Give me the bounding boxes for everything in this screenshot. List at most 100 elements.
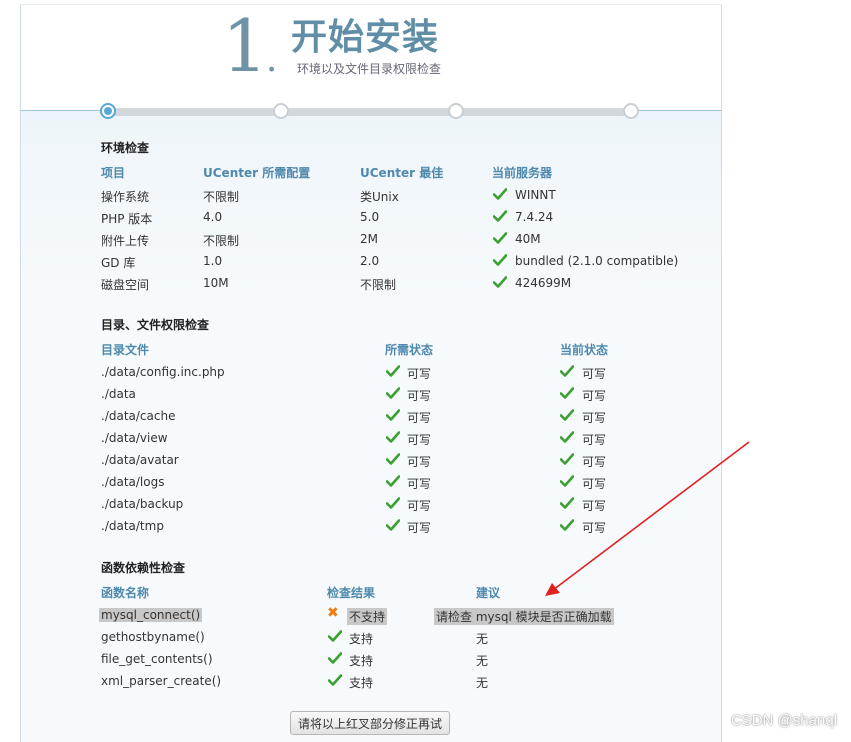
page-title: 开始安装 bbox=[291, 17, 440, 58]
env-best: 2M bbox=[360, 232, 378, 246]
check-icon bbox=[559, 519, 575, 531]
dirs-col-required: 所需状态 bbox=[385, 343, 434, 357]
dir-required-status: 可写 bbox=[407, 455, 432, 469]
env-current: 424699M bbox=[515, 276, 572, 290]
progress-step-3 bbox=[448, 103, 464, 119]
env-current: 7.4.24 bbox=[515, 210, 554, 224]
env-item: 磁盘空间 bbox=[101, 278, 150, 292]
dir-path: ./data/view bbox=[101, 431, 168, 445]
env-required: 不限制 bbox=[203, 190, 240, 204]
check-icon bbox=[385, 431, 401, 443]
func-advice: 无 bbox=[476, 654, 489, 668]
funcs-section-title: 函数依赖性检查 bbox=[101, 561, 186, 575]
env-item: 附件上传 bbox=[101, 234, 150, 248]
env-item: PHP 版本 bbox=[101, 212, 153, 226]
dir-required-status: 可写 bbox=[407, 521, 432, 535]
check-icon bbox=[385, 387, 401, 399]
dir-current-status: 可写 bbox=[582, 411, 607, 425]
func-name: mysql_connect() bbox=[99, 608, 203, 622]
funcs-col-advice: 建议 bbox=[476, 586, 501, 600]
func-name: xml_parser_create() bbox=[101, 674, 222, 688]
progress-track bbox=[108, 108, 632, 116]
dir-required-status: 可写 bbox=[407, 499, 432, 513]
dir-path: ./data/tmp bbox=[101, 519, 164, 533]
progress-step-4 bbox=[623, 103, 639, 119]
dirs-col-current: 当前状态 bbox=[560, 343, 609, 357]
env-best: 不限制 bbox=[360, 278, 397, 292]
check-icon bbox=[559, 497, 575, 509]
check-icon bbox=[559, 453, 575, 465]
dir-path: ./data/config.inc.php bbox=[101, 365, 225, 379]
func-result: 支持 bbox=[349, 632, 374, 646]
check-icon bbox=[492, 276, 508, 288]
dir-required-status: 可写 bbox=[407, 389, 432, 403]
dir-current-status: 可写 bbox=[582, 499, 607, 513]
env-item: 操作系统 bbox=[101, 190, 150, 204]
progress-step-2 bbox=[273, 103, 289, 119]
step-number: 1. bbox=[222, 4, 277, 88]
func-name: file_get_contents() bbox=[101, 652, 213, 666]
dir-current-status: 可写 bbox=[582, 455, 607, 469]
env-col-required: UCenter 所需配置 bbox=[203, 166, 311, 180]
check-icon bbox=[559, 409, 575, 421]
page-subtitle: 环境以及文件目录权限检查 bbox=[297, 62, 442, 76]
check-icon bbox=[492, 210, 508, 222]
check-icon bbox=[327, 652, 343, 664]
dir-current-status: 可写 bbox=[582, 477, 607, 491]
func-advice: 无 bbox=[476, 676, 489, 690]
env-required: 10M bbox=[203, 276, 229, 290]
check-icon bbox=[385, 409, 401, 421]
dir-required-status: 可写 bbox=[407, 477, 432, 491]
check-icon bbox=[327, 630, 343, 642]
dir-current-status: 可写 bbox=[582, 433, 607, 447]
dir-path: ./data/backup bbox=[101, 497, 184, 511]
dir-current-status: 可写 bbox=[582, 367, 607, 381]
env-best: 2.0 bbox=[360, 254, 380, 268]
dir-path: ./data/logs bbox=[101, 475, 165, 489]
check-icon bbox=[385, 475, 401, 487]
retry-button[interactable]: 请将以上红叉部分修正再试 bbox=[290, 711, 450, 735]
env-required: 不限制 bbox=[203, 234, 240, 248]
env-required: 1.0 bbox=[203, 254, 223, 268]
env-current: bundled (2.1.0 compatible) bbox=[515, 254, 679, 268]
dir-current-status: 可写 bbox=[582, 521, 607, 535]
env-current: WINNT bbox=[515, 188, 556, 202]
funcs-col-name: 函数名称 bbox=[101, 586, 150, 600]
check-icon bbox=[559, 431, 575, 443]
env-col-current: 当前服务器 bbox=[492, 166, 553, 180]
check-icon bbox=[559, 365, 575, 377]
dir-path: ./data/cache bbox=[101, 409, 176, 423]
dir-current-status: 可写 bbox=[582, 389, 607, 403]
watermark: CSDN @shanql bbox=[730, 712, 837, 729]
check-icon bbox=[385, 453, 401, 465]
env-required: 4.0 bbox=[203, 210, 223, 224]
check-icon bbox=[385, 365, 401, 377]
dirs-section-title: 目录、文件权限检查 bbox=[101, 318, 210, 332]
func-result: 支持 bbox=[349, 676, 374, 690]
func-advice: 无 bbox=[476, 632, 489, 646]
env-current: 40M bbox=[515, 232, 541, 246]
check-icon bbox=[492, 254, 508, 266]
env-item: GD 库 bbox=[101, 256, 136, 270]
dir-path: ./data bbox=[101, 387, 136, 401]
dirs-col-path: 目录文件 bbox=[101, 343, 150, 357]
check-icon bbox=[559, 387, 575, 399]
check-icon bbox=[385, 519, 401, 531]
dir-required-status: 可写 bbox=[407, 367, 432, 381]
progress-step-1 bbox=[100, 103, 116, 119]
env-col-best: UCenter 最佳 bbox=[360, 166, 444, 180]
dir-required-status: 可写 bbox=[407, 411, 432, 425]
env-col-item: 项目 bbox=[101, 166, 126, 180]
funcs-col-result: 检查结果 bbox=[327, 586, 376, 600]
func-result: 不支持 bbox=[347, 608, 388, 625]
env-best: 类Unix bbox=[360, 190, 399, 204]
func-name: gethostbyname() bbox=[101, 630, 205, 644]
check-icon bbox=[492, 232, 508, 244]
check-icon bbox=[327, 674, 343, 686]
env-section-title: 环境检查 bbox=[101, 141, 150, 155]
check-icon bbox=[385, 497, 401, 509]
func-result: 支持 bbox=[349, 654, 374, 668]
func-advice: 请检查 mysql 模块是否正确加载 bbox=[434, 608, 614, 625]
check-icon bbox=[559, 475, 575, 487]
close-icon: ✖ bbox=[327, 605, 339, 621]
